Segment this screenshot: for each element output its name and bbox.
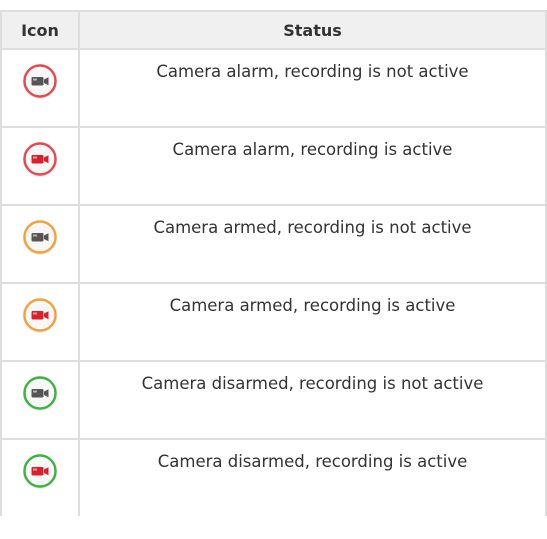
camera-alarm-not-recording-icon [22,64,58,99]
table-body: Camera alarm, recording is not active Cam… [0,48,547,516]
table-row: Camera alarm, recording is not active [0,48,547,128]
status-text: Camera disarmed, recording is active [78,438,547,516]
icon-cell [0,360,80,440]
icon-cell [0,204,80,284]
table-row: Camera disarmed, recording is active [0,438,547,516]
camera-disarmed-not-recording-icon [22,376,58,411]
camera-alarm-recording-icon [22,142,58,177]
camera-disarmed-recording-icon [22,454,58,489]
status-text: Camera armed, recording is not active [78,204,547,284]
icon-cell [0,438,80,516]
table-header-row: Icon Status [0,10,547,50]
status-text: Camera alarm, recording is not active [78,48,547,128]
table-row: Camera disarmed, recording is not active [0,360,547,440]
status-text: Camera alarm, recording is active [78,126,547,206]
table-row: Camera armed, recording is active [0,282,547,362]
table-row: Camera alarm, recording is active [0,126,547,206]
camera-armed-not-recording-icon [22,220,58,255]
header-status: Status [78,10,547,50]
table-row: Camera armed, recording is not active [0,204,547,284]
icon-cell [0,126,80,206]
icon-cell [0,48,80,128]
status-text: Camera armed, recording is active [78,282,547,362]
icon-cell [0,282,80,362]
status-text: Camera disarmed, recording is not active [78,360,547,440]
header-icon: Icon [0,10,80,50]
camera-status-table: Icon Status Camera alarm, recording is n… [0,10,547,516]
camera-armed-recording-icon [22,298,58,333]
